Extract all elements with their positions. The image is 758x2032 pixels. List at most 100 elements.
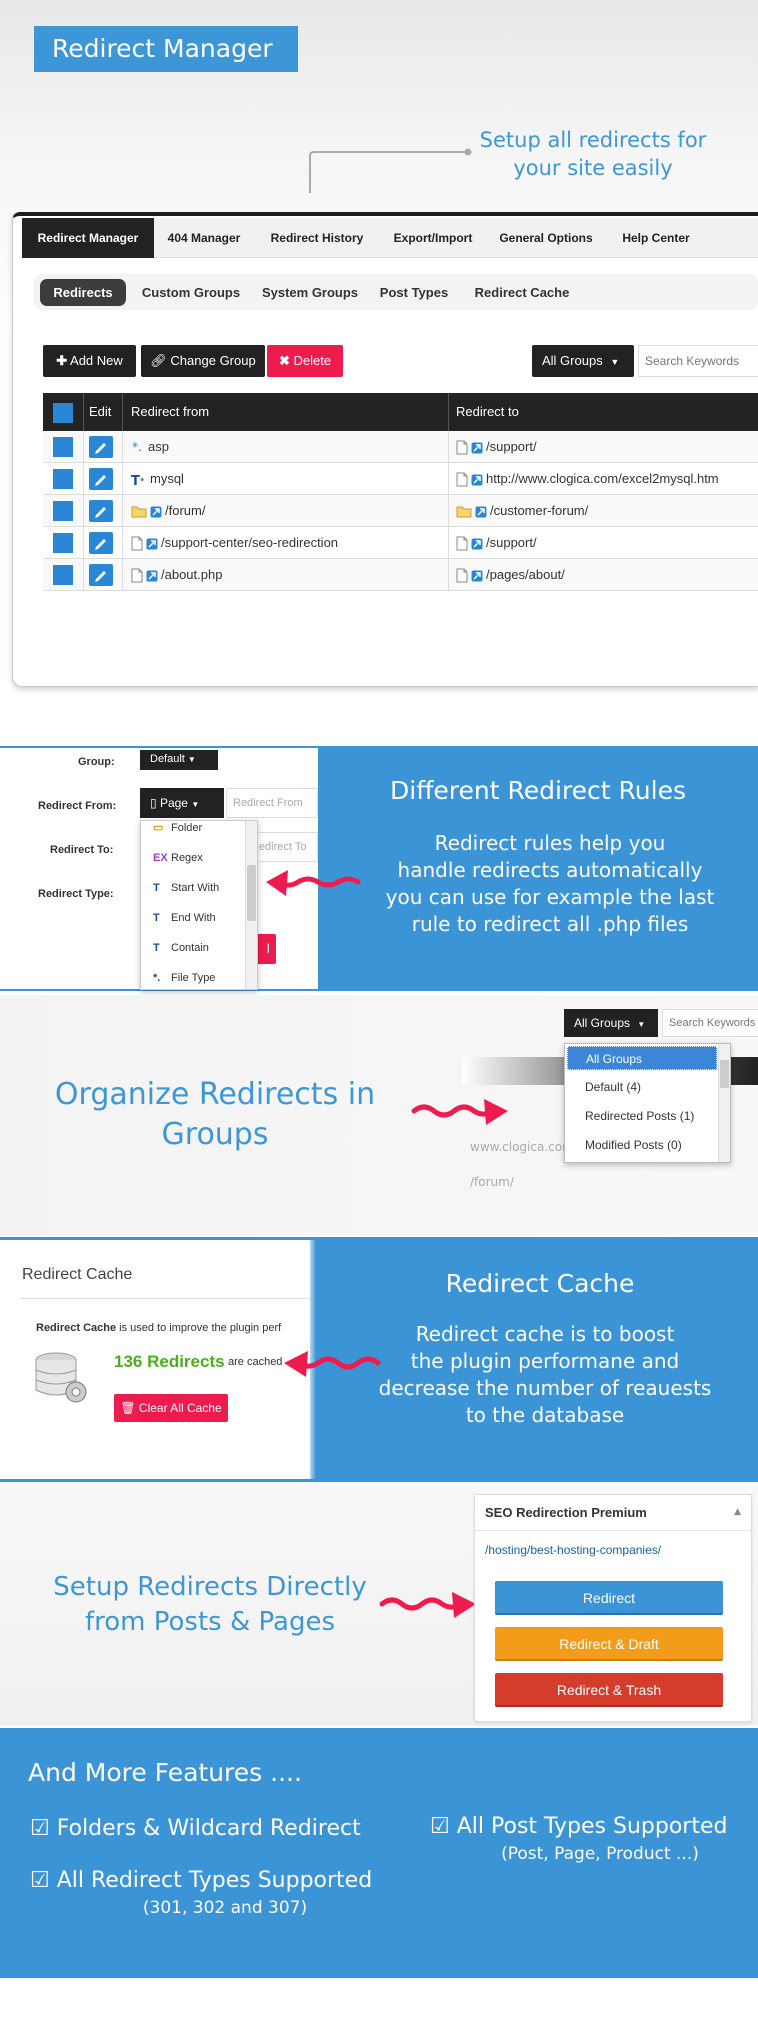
select-all-checkbox[interactable] xyxy=(53,403,73,423)
col-edit: Edit xyxy=(89,404,112,419)
row-checkbox[interactable] xyxy=(53,437,73,457)
page-icon xyxy=(456,536,468,551)
group-select[interactable]: Default ▼ xyxy=(140,750,218,770)
scrollbar[interactable] xyxy=(718,1044,730,1162)
cache-panel-title: Redirect Cache xyxy=(22,1266,133,1283)
tab-redirect-manager[interactable]: Redirect Manager xyxy=(22,218,154,258)
table-row[interactable]: /support-center/seo-redirection/support/ xyxy=(43,527,758,559)
redirect-to-text: /customer-forum/ xyxy=(490,503,589,518)
edit-icon[interactable] xyxy=(89,532,113,554)
redirect-trash-button[interactable]: Redirect & Trash xyxy=(495,1673,723,1707)
tab-redirects[interactable]: Redirects xyxy=(40,279,126,306)
svg-text:T: T xyxy=(131,474,140,487)
scrollbar[interactable] xyxy=(245,821,257,989)
groups-select[interactable]: All Groups ▼ xyxy=(532,345,634,377)
main-tab-bar: Redirect Manager 404 Manager Redirect Hi… xyxy=(22,218,758,258)
groups-dropdown: All Groups Default (4) Redirected Posts (1… xyxy=(564,1043,731,1163)
svg-text:*: * xyxy=(140,476,145,487)
table-row[interactable]: *. asp/support/ xyxy=(43,431,758,463)
row-checkbox[interactable] xyxy=(53,533,73,553)
menu-item[interactable]: T Contain xyxy=(141,933,245,963)
tab-system-groups[interactable]: System Groups xyxy=(254,279,366,306)
redirect-type-label: Redirect Type: xyxy=(38,888,114,900)
change-group-button[interactable]: 🔗︎ Change Group xyxy=(141,345,265,377)
tab-404-manager[interactable]: 404 Manager xyxy=(154,218,254,258)
redirect-from-label: Redirect From: xyxy=(38,800,117,812)
edit-icon[interactable] xyxy=(89,564,113,586)
checkbox-icon: ☑ xyxy=(30,1868,50,1893)
redirect-from-cell: /support-center/seo-redirection xyxy=(131,527,338,559)
redirect-to-text: /support/ xyxy=(486,439,537,454)
menu-item[interactable]: ▭ Folder xyxy=(141,821,245,843)
row-checkbox[interactable] xyxy=(53,469,73,489)
redirect-from-input[interactable]: Redirect From xyxy=(226,788,318,818)
arrow-icon xyxy=(411,1099,508,1125)
feature-sub: (Post, Page, Product ...) xyxy=(501,1844,699,1864)
tab-help-center[interactable]: Help Center xyxy=(606,218,706,258)
scrollbar-thumb[interactable] xyxy=(720,1060,729,1088)
close-icon: ✖ xyxy=(278,353,290,368)
tab-general-options[interactable]: General Options xyxy=(486,218,606,258)
group-option[interactable]: Modified Posts (0) xyxy=(567,1133,717,1157)
redirect-link-icon xyxy=(146,538,158,550)
checkbox-icon: ☑ xyxy=(30,1816,50,1841)
groups-select[interactable]: All Groups ▼ xyxy=(564,1009,658,1037)
menu-item[interactable]: EX Regex xyxy=(141,843,245,873)
posts-section: Setup Redirects Directly from Posts & Pa… xyxy=(0,1484,758,1726)
redirect-link-icon xyxy=(475,506,487,518)
folder-icon xyxy=(131,505,147,518)
more-features-section: And More Features .... ☑ Folders & Wildc… xyxy=(0,1728,758,1978)
feature-item: ☑ Folders & Wildcard Redirect xyxy=(30,1816,361,1841)
redirect-from-text: /forum/ xyxy=(165,503,206,518)
table-header: Edit Redirect from Redirect to xyxy=(43,393,758,431)
redirect-button[interactable]: Redirect xyxy=(495,1581,723,1615)
table-row[interactable]: /forum/ /customer-forum/ xyxy=(43,495,758,527)
edit-icon[interactable] xyxy=(89,436,113,458)
redirect-from-text: /about.php xyxy=(161,567,223,582)
rules-section: Group: Default ▼ Redirect From: ▯ Page ▼… xyxy=(0,746,758,991)
tab-redirect-cache[interactable]: Redirect Cache xyxy=(462,279,582,306)
end-with-icon: T xyxy=(153,912,160,924)
redirect-from-cell: /forum/ xyxy=(131,495,205,527)
add-new-button[interactable]: ✚ Add New xyxy=(43,345,136,377)
group-option[interactable]: All Groups xyxy=(567,1046,717,1070)
folder-icon: ▭ xyxy=(153,822,164,834)
redirect-draft-button[interactable]: Redirect & Draft xyxy=(495,1627,723,1661)
search-input[interactable] xyxy=(638,345,758,377)
group-option[interactable]: Default (4) xyxy=(567,1075,717,1099)
feature-item: ☑ All Post Types Supported xyxy=(430,1814,728,1839)
redirect-to-text: /support/ xyxy=(486,535,537,550)
rules-panel: Group: Default ▼ Redirect From: ▯ Page ▼… xyxy=(0,748,361,990)
tab-redirect-history[interactable]: Redirect History xyxy=(254,218,380,258)
page-title: Redirect Manager xyxy=(34,26,298,72)
widget-path: /hosting/best-hosting-companies/ xyxy=(485,1543,662,1557)
tab-custom-groups[interactable]: Custom Groups xyxy=(134,279,248,306)
caret-down-icon: ▼ xyxy=(191,800,200,809)
arrow-icon xyxy=(379,1592,476,1618)
delete-button[interactable]: ✖ Delete xyxy=(267,345,343,377)
collapse-icon[interactable]: ▲ xyxy=(734,1507,741,1517)
tab-post-types[interactable]: Post Types xyxy=(372,279,456,306)
more-title: And More Features .... xyxy=(28,1758,302,1787)
menu-item[interactable]: T Start With xyxy=(141,873,245,903)
clear-cache-button[interactable]: 🗑︎ Clear All Cache xyxy=(114,1394,228,1422)
edit-icon[interactable] xyxy=(89,500,113,522)
menu-item[interactable]: *. File Type xyxy=(141,963,245,989)
tab-export-import[interactable]: Export/Import xyxy=(380,218,486,258)
menu-item[interactable]: T End With xyxy=(141,903,245,933)
search-input[interactable] xyxy=(662,1009,758,1037)
group-option[interactable]: Redirected Posts (1) xyxy=(567,1104,717,1128)
cache-description: Redirect Cache is used to improve the pl… xyxy=(36,1322,282,1334)
row-checkbox[interactable] xyxy=(53,565,73,585)
table-row[interactable]: /about.php/pages/about/ xyxy=(43,559,758,591)
tagline: Setup all redirects for your site easily xyxy=(479,128,707,180)
redirect-to-text: http://www.clogica.com/excel2mysql.htm xyxy=(486,471,719,486)
rule-type-dropdown: ▭ Folder EX Regex T Start With T End With T Conta… xyxy=(140,820,258,990)
scrollbar-thumb[interactable] xyxy=(247,865,256,921)
background-text: www.clogica.com xyxy=(470,1140,574,1154)
seo-redirection-widget: SEO Redirection Premium ▲ /hosting/best-… xyxy=(474,1494,752,1722)
redirect-from-type-select[interactable]: ▯ Page ▼ xyxy=(140,788,224,818)
edit-icon[interactable] xyxy=(89,468,113,490)
row-checkbox[interactable] xyxy=(53,501,73,521)
table-row[interactable]: T * mysql http://www.clogica.com/excel2mysq… xyxy=(43,463,758,495)
